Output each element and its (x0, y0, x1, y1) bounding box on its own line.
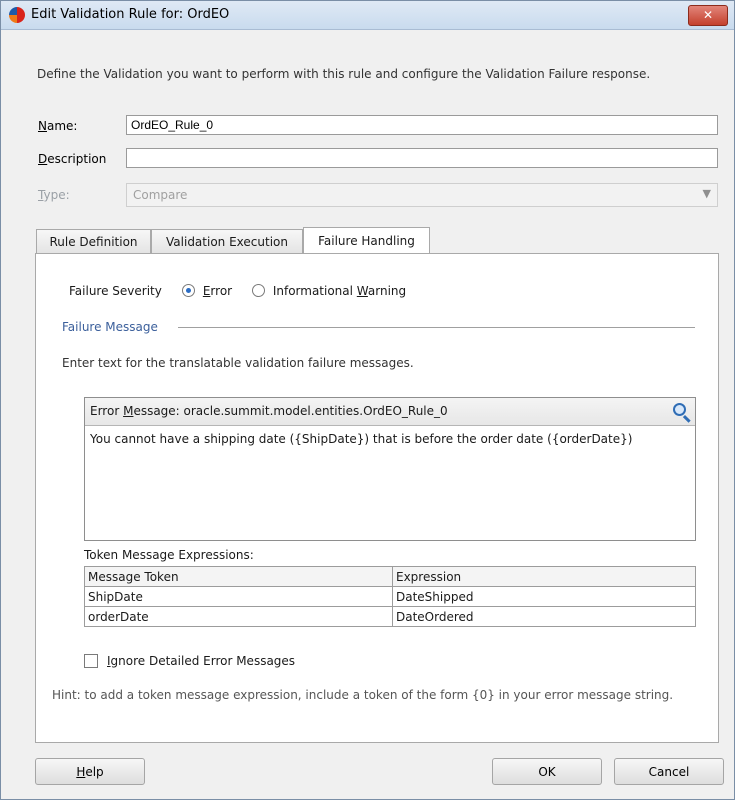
name-input[interactable] (126, 115, 718, 135)
chevron-down-icon: ▼ (702, 187, 711, 200)
error-message-text[interactable]: You cannot have a shipping date ({ShipDa… (85, 426, 695, 452)
error-message-header: Error Message: oracle.summit.model.entit… (85, 398, 695, 426)
close-button[interactable]: ✕ (688, 5, 728, 26)
radio-unselected-icon (252, 284, 265, 297)
error-message-box: Error Message: oracle.summit.model.entit… (84, 397, 696, 541)
type-value: Compare (133, 188, 188, 202)
table-row[interactable]: orderDate DateOrdered (84, 606, 696, 627)
error-message-header-text: Error Message: oracle.summit.model.entit… (90, 404, 448, 418)
column-header-expression: Expression (392, 566, 696, 587)
table-header-row: Message Token Expression (84, 566, 696, 587)
window-title: Edit Validation Rule for: OrdEO (31, 7, 230, 22)
radio-selected-icon (182, 284, 195, 297)
column-header-token: Message Token (84, 566, 393, 587)
tab-rule-definition[interactable]: Rule Definition (36, 229, 151, 253)
hint-text: Hint: to add a token message expression,… (52, 688, 674, 702)
table-row[interactable]: ShipDate DateShipped (84, 586, 696, 607)
error-radio-label: Error (202, 284, 233, 298)
section-divider (178, 327, 695, 328)
severity-label: Failure Severity (69, 284, 162, 298)
token-cell: orderDate (84, 606, 393, 627)
type-select: Compare ▼ (126, 183, 718, 207)
token-table: Message Token Expression ShipDate DateSh… (84, 566, 696, 627)
description-input[interactable] (126, 148, 718, 168)
help-button[interactable]: Help (35, 758, 145, 785)
expression-cell[interactable]: DateOrdered (392, 606, 696, 627)
intro-text: Define the Validation you want to perfor… (37, 67, 651, 81)
name-label: Name: (38, 119, 78, 133)
failure-message-section-title: Failure Message (62, 320, 158, 334)
app-icon (9, 7, 25, 23)
token-cell: ShipDate (84, 586, 393, 607)
error-radio[interactable]: Error (182, 284, 232, 298)
token-label: Token Message Expressions: (84, 548, 254, 562)
failure-message-intro: Enter text for the translatable validati… (62, 356, 414, 370)
tab-failure-handling[interactable]: Failure Handling (303, 227, 430, 254)
warning-radio[interactable]: Informational Warning (252, 284, 406, 298)
cancel-button[interactable]: Cancel (614, 758, 724, 785)
search-icon[interactable] (673, 403, 686, 416)
warning-radio-label: Informational Warning (272, 284, 407, 298)
ignore-errors-label: Ignore Detailed Error Messages (107, 654, 296, 668)
description-label: Description (38, 152, 107, 166)
type-label: Type: (38, 188, 70, 202)
tab-validation-execution[interactable]: Validation Execution (151, 229, 303, 253)
ok-button[interactable]: OK (492, 758, 602, 785)
expression-cell[interactable]: DateShipped (392, 586, 696, 607)
ignore-errors-checkbox[interactable] (84, 654, 98, 668)
title-bar: Edit Validation Rule for: OrdEO ✕ (1, 1, 734, 30)
